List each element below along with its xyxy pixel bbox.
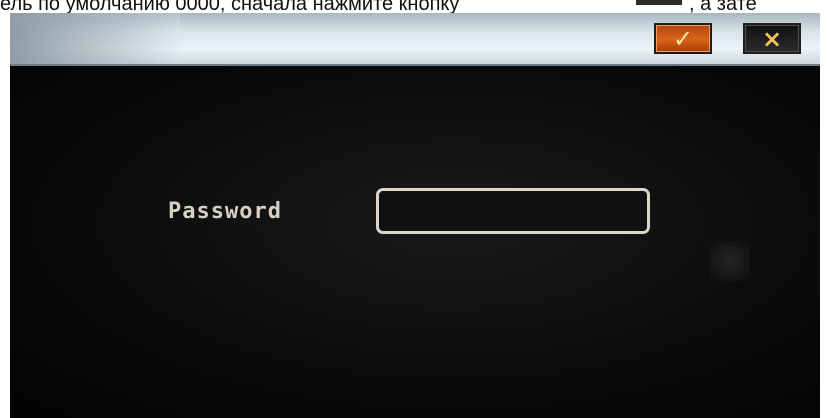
login-panel: Password — [10, 66, 820, 418]
screen-reflection — [710, 241, 750, 281]
inline-button-illustration — [636, 0, 682, 5]
document-page: ель по умолчанию 0000, сначала нажмите к… — [0, 0, 827, 418]
close-button[interactable]: × — [743, 23, 801, 54]
titlebar-shade — [10, 13, 180, 64]
password-label: Password — [168, 199, 282, 224]
dialog-titlebar: ✓ × — [10, 13, 820, 66]
close-icon: × — [761, 25, 783, 53]
dvr-login-screen-photo: ✓ × Password — [10, 13, 820, 418]
check-icon: ✓ — [672, 25, 694, 53]
confirm-button[interactable]: ✓ — [654, 23, 712, 54]
password-input[interactable] — [376, 188, 650, 234]
